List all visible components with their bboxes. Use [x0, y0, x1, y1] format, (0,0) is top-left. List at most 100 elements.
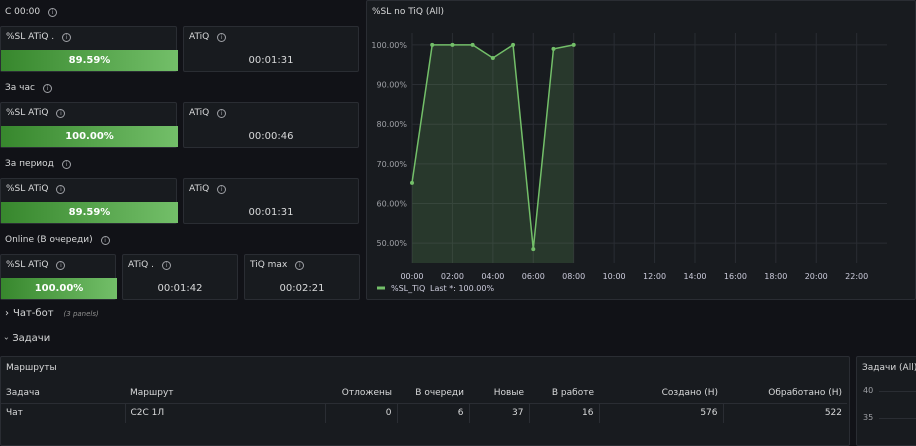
- panel-title: %SL ATiQ .: [6, 32, 55, 42]
- x-tick-label: 16:00: [724, 272, 747, 281]
- chevron-right-icon: ›: [5, 308, 9, 319]
- panel-header: ATiQ i: [189, 184, 227, 194]
- info-icon[interactable]: i: [100, 235, 110, 245]
- gridline: [879, 391, 916, 392]
- stat-value: 00:02:21: [279, 283, 325, 294]
- data-point: [511, 42, 516, 47]
- panel-header: ATiQ i: [189, 32, 227, 42]
- table-cell: 16: [529, 403, 600, 423]
- x-tick-label: 14:00: [683, 272, 706, 281]
- info-icon[interactable]: i: [62, 32, 72, 42]
- info-icon[interactable]: i: [56, 260, 66, 270]
- x-tick-label: 06:00: [522, 272, 545, 281]
- panel-title: %SL ATiQ: [6, 184, 49, 194]
- x-tick-label: 04:00: [481, 272, 504, 281]
- col-header[interactable]: Маршрут: [125, 383, 325, 404]
- section-title-hour-label: За час: [5, 83, 35, 93]
- panel-header: ATiQ . i: [128, 260, 171, 270]
- col-header[interactable]: Задача: [1, 383, 125, 404]
- series-area: [412, 44, 574, 264]
- table-cell: 37: [469, 403, 530, 423]
- panel-title: ATiQ: [189, 32, 210, 42]
- info-icon[interactable]: i: [56, 108, 66, 118]
- stat-value: 00:01:42: [157, 283, 203, 294]
- x-tick-label: 22:00: [845, 272, 868, 281]
- table-header-row: Задача Маршрут Отложены В очереди Новые …: [1, 383, 847, 404]
- table-cell: 576: [599, 403, 724, 423]
- data-point: [531, 247, 536, 252]
- section-title-online-label: Online (В очереди): [5, 235, 93, 245]
- info-icon[interactable]: i: [217, 184, 227, 194]
- info-icon[interactable]: i: [217, 32, 227, 42]
- table-cell: C2C 1Л: [125, 403, 326, 423]
- row-chatbot-panel-count: (3 panels): [63, 310, 99, 318]
- y-tick-label: 35: [863, 413, 874, 422]
- info-icon[interactable]: i: [295, 260, 305, 270]
- panel-header: %SL ATiQ i: [6, 260, 66, 270]
- stat-panel-online-tiqmax: TiQ max i 00:02:21: [244, 254, 360, 300]
- x-tick-label: 00:00: [400, 272, 423, 281]
- data-point: [450, 42, 455, 47]
- panel-title: %SL ATiQ: [6, 260, 49, 270]
- info-icon[interactable]: i: [42, 83, 52, 93]
- col-header[interactable]: Создано (Н): [599, 383, 723, 404]
- stat-panel-hour-atiq: ATiQ i 00:00:46: [183, 102, 359, 148]
- panel-header: %SL ATiQ . i: [6, 32, 72, 42]
- x-tick-label: 18:00: [764, 272, 787, 281]
- stat-panel-period-sl: %SL ATiQ i 89.59%: [0, 178, 178, 224]
- x-tick-label: 02:00: [441, 272, 464, 281]
- info-icon[interactable]: i: [48, 7, 58, 17]
- col-header[interactable]: В работе: [529, 383, 599, 404]
- table-row[interactable]: Чат C2C 1Л 0 6 37 16 576 522: [1, 403, 847, 423]
- info-icon[interactable]: i: [162, 260, 171, 270]
- panel-title: ATiQ: [189, 108, 210, 118]
- sl-tiq-chart[interactable]: 50.00% 60.00% 70.00% 80.00% 90.00% 100.00% 00:…: [367, 1, 915, 299]
- stat-panel-today-atiq: ATiQ i 00:01:31: [183, 26, 359, 72]
- legend-stat: Last *: 100.00%: [430, 284, 494, 293]
- stat-value: 00:01:31: [248, 55, 294, 66]
- y-tick-label: 80.00%: [376, 120, 407, 129]
- data-point: [470, 42, 475, 47]
- routes-title: Маршруты: [6, 363, 57, 373]
- section-title-hour: За час i: [5, 83, 52, 93]
- y-tick-label: 70.00%: [376, 160, 407, 169]
- stat-value: 00:00:46: [248, 131, 294, 142]
- stat-panel-today-sl: %SL ATiQ . i 89.59%: [0, 26, 178, 72]
- panel-header: ATiQ i: [189, 108, 227, 118]
- section-title-period-label: За период: [5, 159, 54, 169]
- y-tick-label: 40: [863, 386, 874, 395]
- row-tasks[interactable]: › Задачи: [2, 333, 50, 344]
- col-header[interactable]: Обработано (Н): [723, 383, 847, 404]
- tasks-panel: Задачи (All) 40 35: [856, 356, 916, 446]
- panel-header: %SL ATiQ i: [6, 184, 66, 194]
- x-tick-label: 08:00: [562, 272, 585, 281]
- table-cell: 0: [325, 403, 398, 423]
- stat-panel-hour-sl: %SL ATiQ i 100.00%: [0, 102, 178, 148]
- stat-value: 00:01:31: [248, 207, 294, 218]
- col-header[interactable]: Новые: [469, 383, 529, 404]
- y-tick-label: 100.00%: [371, 41, 407, 50]
- data-point: [490, 55, 495, 60]
- panel-title: %SL ATiQ: [6, 108, 49, 118]
- panel-title: ATiQ: [189, 184, 210, 194]
- col-header[interactable]: В очереди: [397, 383, 469, 404]
- panel-header: TiQ max i: [250, 260, 305, 270]
- sl-bar: 89.59%: [1, 50, 178, 71]
- section-title-today: С 00:00 i: [5, 7, 58, 17]
- x-tick-label: 20:00: [805, 272, 828, 281]
- chevron-down-icon: ›: [2, 336, 12, 341]
- section-title-period: За период i: [5, 159, 71, 169]
- panel-header: %SL ATiQ i: [6, 108, 66, 118]
- table-cell: Чат: [1, 403, 126, 423]
- stat-panel-online-atiq: ATiQ . i 00:01:42: [122, 254, 238, 300]
- info-icon[interactable]: i: [61, 159, 71, 169]
- info-icon[interactable]: i: [56, 184, 66, 194]
- data-point: [430, 42, 435, 47]
- section-title-online: Online (В очереди) i: [5, 235, 110, 245]
- col-header[interactable]: Отложены: [325, 383, 397, 404]
- panel-title: TiQ max: [250, 260, 288, 270]
- y-tick-label: 90.00%: [376, 81, 407, 90]
- y-tick-label: 60.00%: [376, 200, 407, 209]
- info-icon[interactable]: i: [217, 108, 227, 118]
- row-chatbot[interactable]: › Чат-бот (3 panels): [5, 308, 99, 319]
